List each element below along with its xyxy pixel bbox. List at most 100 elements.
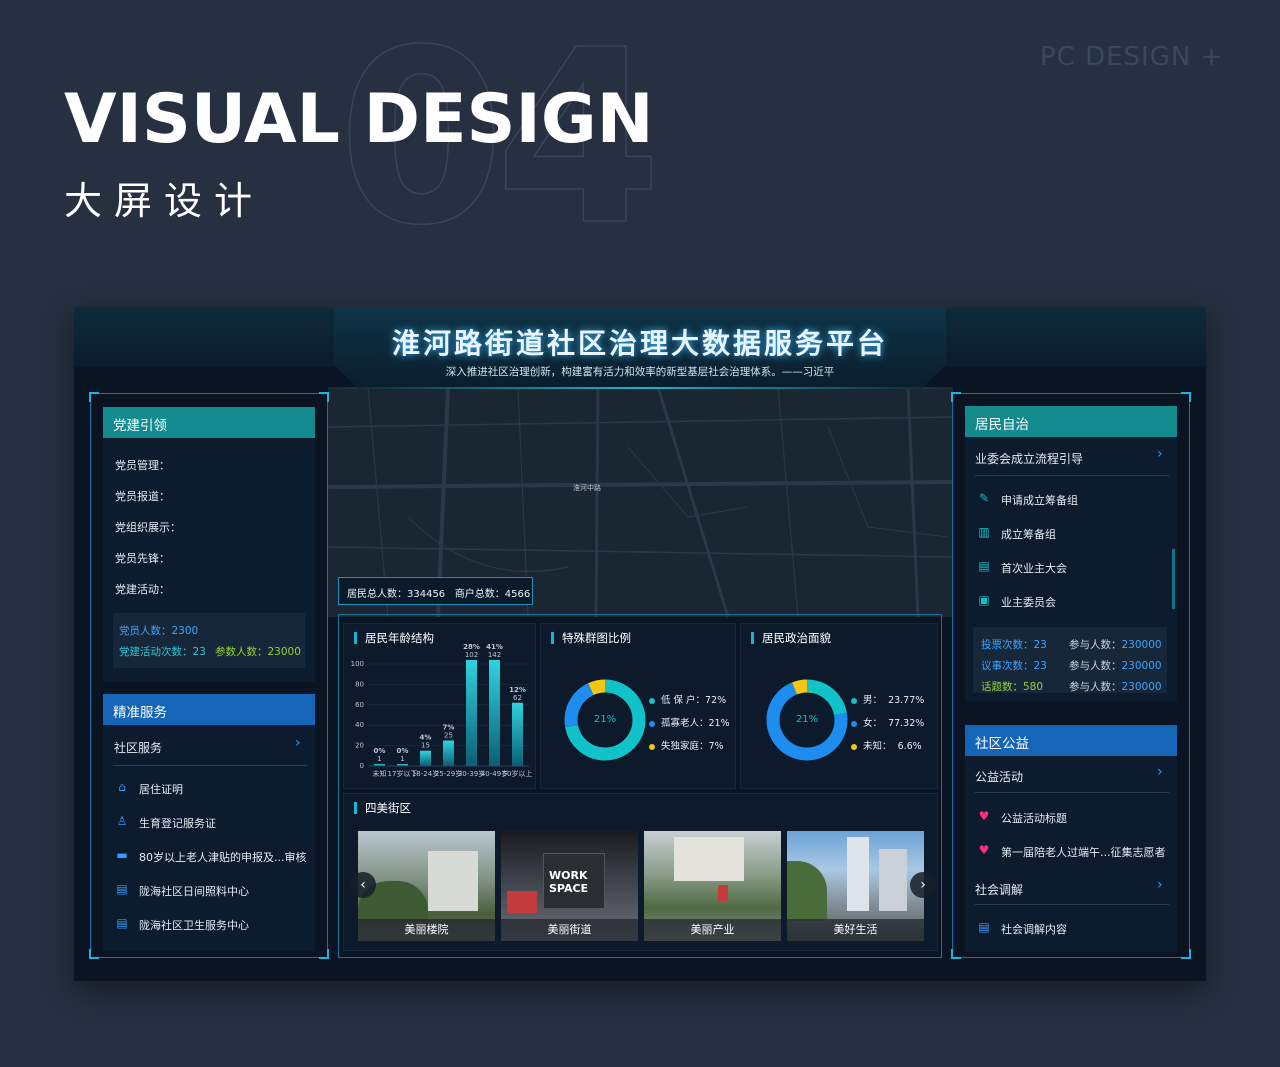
photo-caption: 美丽产业 [644, 919, 781, 941]
dashboard-screen: 淮河中路 淮河路街道社区治理大数据服务平台 深入推进社区治理创新，构建富有活力和… [74, 307, 1206, 981]
bar-percent-label: 7% [443, 724, 455, 732]
age-bar [420, 750, 431, 766]
pen-icon: ✎ [978, 491, 990, 505]
participants-value: 230000 [1121, 681, 1162, 693]
photo-card[interactable]: 美丽产业 [644, 831, 781, 941]
divider [975, 475, 1169, 476]
topics-value: 580 [1023, 681, 1044, 693]
party-stats: 党员人数：2300 党建活动次数：23 参数人数：23000 [113, 613, 305, 668]
legend-label: 男： [863, 695, 883, 706]
residents-label: 居民总人数： [347, 589, 407, 600]
scrollbar[interactable] [1172, 549, 1175, 609]
discussion-value: 23 [1033, 660, 1047, 672]
card-icon: ▬ [116, 848, 128, 862]
service-item[interactable]: 陇海社区卫生服务中心 [139, 917, 249, 933]
service-item[interactable]: 陇海社区日间照料中心 [139, 883, 249, 899]
legend-label: 女： [863, 718, 883, 729]
chat-icon: ▤ [978, 559, 990, 573]
title-underline [324, 387, 956, 389]
chevron-right-icon[interactable]: › [295, 735, 301, 751]
legend-value: 77.32% [888, 718, 925, 729]
clipboard-icon: ▣ [978, 593, 990, 607]
autonomy-item[interactable]: 首次业主大会 [1001, 560, 1067, 576]
mediation-item[interactable]: 社会调解内容 [1001, 921, 1067, 937]
bar-percent-label: 12% [509, 686, 526, 694]
bar-percent-label: 0% [397, 747, 409, 755]
photo-card[interactable]: 美丽楼院 [358, 831, 495, 941]
bar-percent-label: 28% [463, 643, 480, 651]
divider [975, 904, 1169, 905]
mediation-section[interactable]: 社会调解 [975, 881, 1023, 898]
photo-caption: 美丽街道 [501, 919, 638, 941]
welfare-panel-title: 社区公益 [965, 725, 1177, 756]
members-label: 党员人数： [119, 625, 172, 637]
service-item[interactable]: 居住证明 [139, 781, 183, 797]
topics-label: 话题数： [981, 681, 1023, 693]
bar-value-label: 1 [400, 755, 404, 763]
legend-value: 72% [705, 695, 727, 706]
party-item[interactable]: 党员先锋： [115, 550, 170, 566]
autonomy-item[interactable]: 业主委员会 [1001, 594, 1056, 610]
legend-value: 6.6% [897, 741, 922, 752]
heart-icon: ♥ [978, 809, 990, 823]
message-icon: ▤ [978, 920, 990, 934]
chevron-right-icon[interactable]: › [1157, 877, 1163, 893]
age-chart-card: 居民年龄结构 0 20 40 60 80 100 1 0% 未知 1 0% 17岁以下 15 4% 18-2… [343, 623, 536, 789]
autonomy-item[interactable]: 申请成立筹备组 [1001, 492, 1078, 508]
x-tick-label: 未知 [373, 769, 387, 778]
bar-value-label: 62 [513, 694, 522, 702]
autonomy-item[interactable]: 成立筹备组 [1001, 526, 1056, 542]
y-tick-label: 20 [355, 742, 364, 750]
chevron-right-icon[interactable]: › [1157, 446, 1163, 462]
participants-value: 230000 [1121, 660, 1162, 672]
bar-value-label: 1 [377, 755, 381, 763]
left-panel: 党建引领 党员管理： 党员报道： 党组织展示： 党员先锋： 党建活动： 党员人数… [89, 392, 329, 959]
carousel-prev-button[interactable]: ‹ [350, 872, 376, 898]
party-item[interactable]: 党员管理： [115, 457, 170, 473]
committee-guide-section[interactable]: 业委会成立流程引导 [975, 450, 1083, 467]
legend-label: 孤寡老人： [661, 718, 709, 729]
legend-label: 未知： [863, 741, 892, 752]
age-bar [466, 660, 477, 766]
bar-percent-label: 0% [374, 747, 386, 755]
y-tick-label: 100 [351, 660, 364, 668]
chevron-right-icon[interactable]: › [1157, 764, 1163, 780]
participants-label: 参与人数： [1069, 681, 1122, 693]
service-item[interactable]: 80岁以上老人津贴的申报及...审核 [139, 849, 307, 865]
dashboard-title: 淮河路街道社区治理大数据服务平台 [391, 327, 888, 360]
service-panel-title: 精准服务 [103, 694, 315, 725]
divider [975, 792, 1169, 793]
service-panel: 社区服务 › ⌂ 居住证明 ♙ 生育登记服务证 ▬ 80岁以上老人津贴的申报及.… [103, 725, 315, 951]
age-bar [443, 740, 454, 766]
party-item[interactable]: 党建活动： [115, 581, 170, 597]
party-item[interactable]: 党员报道： [115, 488, 170, 504]
legend-label: 低 保 户： [661, 695, 706, 706]
activities-value: 23 [192, 646, 206, 658]
welfare-item[interactable]: 公益活动标题 [1001, 810, 1067, 826]
photo-card[interactable]: 美好生活 [787, 831, 924, 941]
home-icon: ⌂ [118, 780, 126, 794]
community-service-section[interactable]: 社区服务 [114, 739, 162, 756]
participants-label: 参与人数： [1069, 639, 1122, 651]
age-bar [512, 702, 523, 766]
service-item[interactable]: 生育登记服务证 [139, 815, 216, 831]
photo-caption: 美丽楼院 [358, 919, 495, 941]
legend-value: 23.77% [888, 695, 925, 706]
page-title: VISUAL DESIGN [64, 80, 654, 159]
carousel-next-button[interactable]: › [910, 872, 936, 898]
welfare-item[interactable]: 第一届陪老人过端午...征集志愿者 [1001, 844, 1166, 860]
bar-value-label: 25 [444, 732, 453, 740]
y-tick-label: 0 [360, 762, 364, 770]
party-panel-title: 党建引领 [103, 407, 315, 438]
members-value: 2300 [171, 625, 199, 637]
bar-percent-label: 4% [420, 734, 432, 742]
party-item[interactable]: 党组织展示： [115, 519, 181, 535]
bar-value-label: 142 [488, 651, 501, 659]
photo-caption: 美好生活 [787, 919, 924, 941]
legend-dot [851, 720, 857, 727]
baby-icon: ♙ [116, 814, 128, 828]
photo-card[interactable]: WORK SPACE 美丽街道 [501, 831, 638, 941]
discussion-label: 议事次数： [981, 660, 1034, 672]
welfare-activities-section[interactable]: 公益活动 [975, 768, 1023, 785]
participants-value: 23000 [267, 646, 301, 658]
